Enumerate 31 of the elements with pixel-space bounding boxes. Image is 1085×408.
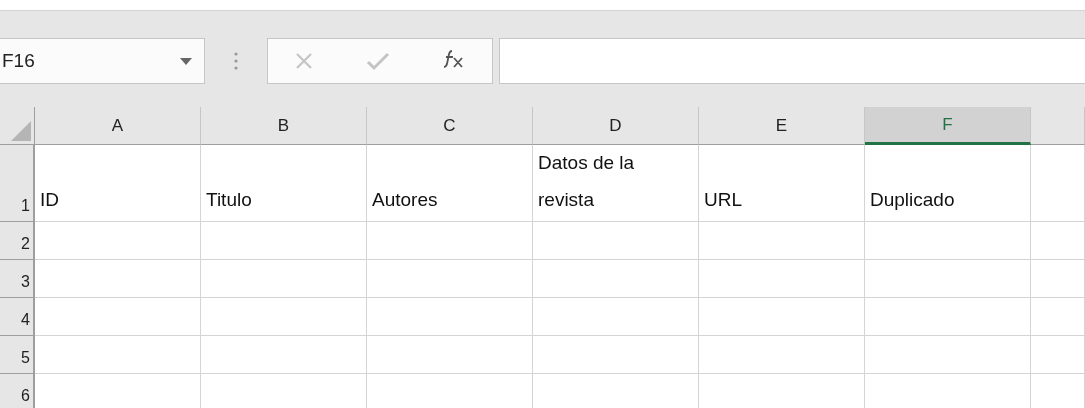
table-cell: [1031, 336, 1085, 374]
table-cell: Duplicado: [865, 145, 1031, 222]
table-cell: ID: [35, 145, 201, 222]
column-header[interactable]: E: [699, 107, 865, 145]
row-header[interactable]: 2: [0, 222, 35, 260]
table-cell: [1031, 298, 1085, 336]
formula-input-field[interactable]: [499, 38, 1085, 84]
row-header[interactable]: 1: [0, 145, 35, 222]
grip-icon: [234, 51, 238, 71]
table-cell: [1031, 222, 1085, 260]
column-header[interactable]: B: [201, 107, 367, 145]
table-cell: [1031, 260, 1085, 298]
table-cell: URL: [699, 145, 865, 222]
check-icon[interactable]: [366, 51, 390, 71]
column-header[interactable]: D: [533, 107, 699, 145]
cell-reference: F16: [2, 50, 35, 72]
name-box[interactable]: F16: [0, 38, 205, 84]
column-header[interactable]: [1031, 107, 1085, 145]
row-header[interactable]: 4: [0, 298, 35, 336]
column-header[interactable]: F: [865, 107, 1031, 145]
column-header[interactable]: C: [367, 107, 533, 145]
row-header[interactable]: 3: [0, 260, 35, 298]
select-all-icon[interactable]: [11, 121, 31, 141]
column-header[interactable]: A: [35, 107, 201, 145]
row-header[interactable]: 6: [0, 374, 35, 408]
table-cell: Datos de la revista: [533, 145, 699, 222]
dropdown-caret-icon[interactable]: [180, 57, 192, 65]
table-cell: Titulo: [201, 145, 367, 222]
table-cell: Autores: [367, 145, 533, 222]
cancel-icon[interactable]: [294, 51, 314, 71]
row-header[interactable]: 5: [0, 336, 35, 374]
